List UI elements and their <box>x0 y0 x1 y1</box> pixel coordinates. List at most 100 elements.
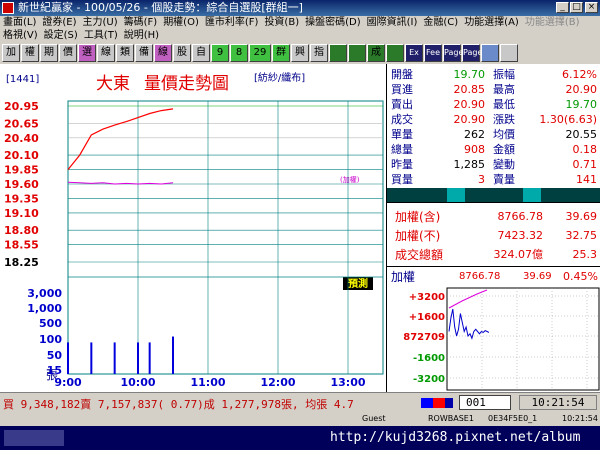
quote-label: 變動 <box>493 158 515 171</box>
index-change: 39.69 <box>565 210 598 223</box>
quote-value: 3 <box>478 173 485 186</box>
toolbar-button[interactable]: 期 <box>40 44 58 62</box>
toolbar-button[interactable]: 指 <box>310 44 328 62</box>
title-bar: 新世紀贏家 - 100/05/26 - 個股走勢：綜合自選股[群組一] _ □ … <box>0 0 600 16</box>
mini-chart-frame <box>446 287 600 391</box>
mini-chart-header: 加權 8766.78 39.69 0.45% <box>387 270 600 284</box>
toolbar-button[interactable]: 8 <box>230 44 248 62</box>
quote-value: 19.70 <box>565 98 598 111</box>
quote-row: 成交 20.90 漲跌 1.30(6.63) <box>387 113 600 127</box>
quote-label: 最高 <box>493 83 515 96</box>
close-button[interactable]: × <box>585 2 598 13</box>
menu-item[interactable]: 證券(E) <box>39 16 79 30</box>
menu-item[interactable]: 說明(H) <box>121 29 162 43</box>
index-value: 324.07億 <box>493 248 544 261</box>
toolbar-button[interactable]: 備 <box>135 44 153 62</box>
quote-value: 20.90 <box>453 113 486 126</box>
toolbar-button[interactable] <box>481 44 499 62</box>
toolbar-button[interactable]: Fee <box>424 44 442 62</box>
quote-label: 漲跌 <box>493 113 515 126</box>
toolbar-button[interactable]: 9 <box>211 44 229 62</box>
quote-value: 20.90 <box>453 98 486 111</box>
price-tick-label: 20.65 <box>4 117 39 130</box>
menu-item[interactable]: 國際資訊(I) <box>364 16 421 30</box>
toolbar-button[interactable]: 加 <box>2 44 20 62</box>
index-row: 加權(含) 8766.78 39.69 <box>387 210 600 224</box>
toolbar-button[interactable] <box>386 44 404 62</box>
menu-item-disabled: 功能選擇(B) <box>524 17 580 28</box>
menu-item[interactable]: 操盤密碼(D) <box>302 16 364 30</box>
menu-item[interactable]: 期權(O) <box>160 16 202 30</box>
quote-label: 單量 <box>391 128 413 141</box>
index-row: 成交總額 324.07億 25.3 <box>387 248 600 262</box>
quote-label: 均價 <box>493 128 515 141</box>
status-bar-secondary: Guest ROWBASE1 0E34F5E0_1 10:21:54 <box>0 412 600 426</box>
clock-display: 10:21:54 <box>519 395 597 410</box>
toolbar-button[interactable]: 興 <box>291 44 309 62</box>
menu-item[interactable]: 金融(C) <box>420 16 461 30</box>
toolbar-button[interactable]: 線 <box>97 44 115 62</box>
menu-item[interactable]: 設定(S) <box>41 29 81 43</box>
index-label: 加權(含) <box>395 210 441 224</box>
quote-label: 昨量 <box>391 158 413 171</box>
quote-value: 141 <box>576 173 597 186</box>
menu-bar-primary: 畫面(L) 證券(E) 主力(U) 籌碼(F) 期權(O) 匯市利率(F) 投資(B) 操盤密… <box>0 16 600 30</box>
toolbar-button[interactable]: 選 <box>78 44 96 62</box>
toolbar-button[interactable]: 價 <box>59 44 77 62</box>
toolbar-button[interactable]: 線 <box>154 44 172 62</box>
mini-chart-value: 8766.78 <box>459 271 501 282</box>
stock-code-input[interactable]: 001 <box>459 395 511 410</box>
menu-item[interactable]: 主力(U) <box>80 16 121 30</box>
toolbar-button[interactable]: 類 <box>116 44 134 62</box>
chart-panel: [1441] 大東 量價走勢圖 [紡紗/纖布] (加權) 預測 張 20.95 2… <box>0 64 385 392</box>
index-row: 加權(不) 7423.32 32.75 <box>387 229 600 243</box>
time-label: 9:00 <box>54 376 82 389</box>
quote-row: 昨量 1,285 變動 0.71 <box>387 158 600 172</box>
status-bar: 買 9,348,182賣 7,157,837( 0.77)成 1,277,978… <box>0 392 600 412</box>
price-tick-label: 18.25 <box>4 256 39 269</box>
minimize-button[interactable]: _ <box>556 2 569 13</box>
menu-item[interactable]: 投資(B) <box>261 16 302 30</box>
menu-item[interactable]: 功能選擇(A) <box>461 16 522 30</box>
toolbar-button[interactable]: 群 <box>272 44 290 62</box>
mini-tick-label: -3200 <box>413 374 445 385</box>
time-label: 12:00 <box>260 376 295 389</box>
stock-category: [紡紗/纖布] <box>254 71 305 84</box>
window-title: 新世紀贏家 - 100/05/26 - 個股走勢：綜合自選股[群組一] <box>18 1 303 14</box>
toolbar-button[interactable]: 自 <box>192 44 210 62</box>
toolbar-button[interactable]: 成 <box>367 44 385 62</box>
index-change: 25.3 <box>572 248 598 261</box>
toolbar-button[interactable]: 權 <box>21 44 39 62</box>
toolbar-button[interactable]: Page <box>462 44 482 62</box>
price-tick-label: 18.80 <box>4 224 39 237</box>
app-icon <box>2 2 14 14</box>
toolbar-button[interactable] <box>348 44 366 62</box>
menu-item[interactable]: 匯市利率(F) <box>202 16 262 30</box>
quote-value: 0.71 <box>572 158 598 171</box>
toolbar-button[interactable]: 股 <box>173 44 191 62</box>
mini-ref-line <box>448 289 488 309</box>
start-area[interactable] <box>4 430 64 446</box>
mini-tick-label: 872709 <box>403 332 445 343</box>
toolbar-button[interactable] <box>500 44 518 62</box>
volume-tick-label: 50 <box>47 349 63 362</box>
menu-item[interactable]: 畫面(L) <box>0 16 39 30</box>
quote-row: 買進 20.85 最高 20.90 <box>387 83 600 97</box>
mini-chart-change: 39.69 <box>523 271 552 282</box>
toolbar-button[interactable]: 29 <box>249 44 271 62</box>
toolbar-button[interactable]: Page <box>443 44 463 62</box>
menu-item[interactable]: 籌碼(F) <box>121 16 161 30</box>
maximize-button[interactable]: □ <box>570 2 583 13</box>
price-volume-chart: [1441] 大東 量價走勢圖 [紡紗/纖布] (加權) 預測 張 20.952… <box>4 71 384 389</box>
toolbar-button[interactable] <box>329 44 347 62</box>
mini-tick-label: +1600 <box>409 312 445 323</box>
quote-label: 金額 <box>493 143 515 156</box>
time-label: 11:00 <box>190 376 225 389</box>
status-user: Guest <box>362 414 386 423</box>
quote-label: 買進 <box>391 83 413 96</box>
menu-item[interactable]: 格視(V) <box>0 29 41 43</box>
quote-row: 賣出 20.90 最低 19.70 <box>387 98 600 112</box>
stock-name: 大東 <box>96 74 130 94</box>
menu-item[interactable]: 工具(T) <box>81 29 121 43</box>
toolbar-button[interactable]: Ex <box>405 44 423 62</box>
